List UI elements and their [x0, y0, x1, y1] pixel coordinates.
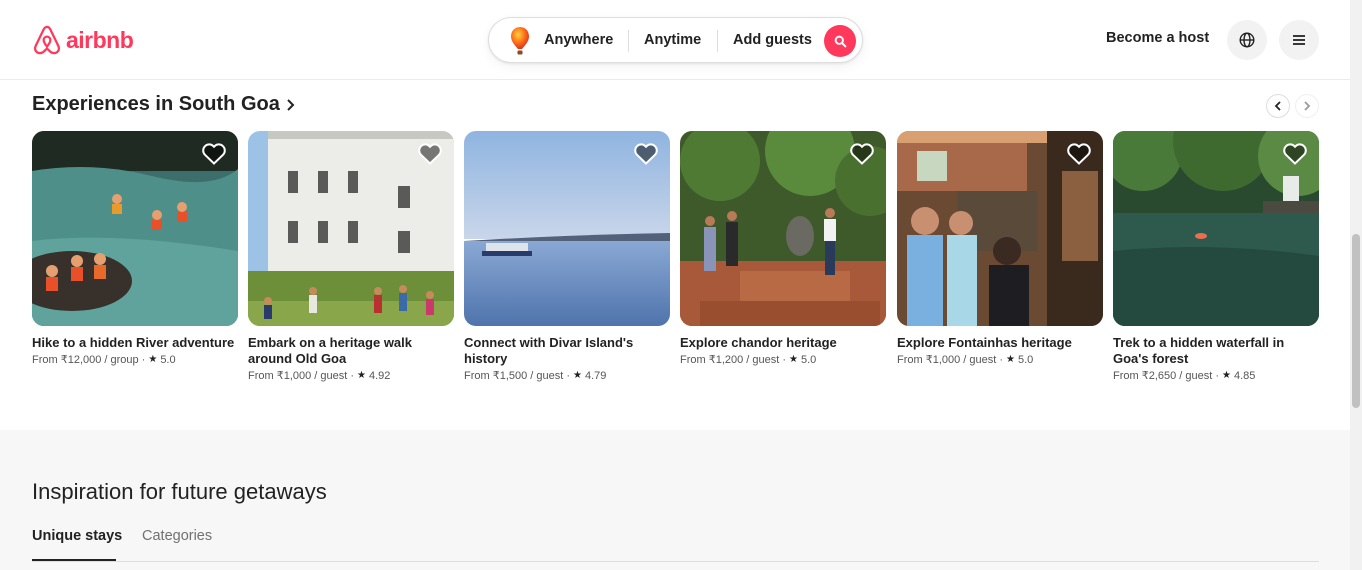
heart-icon[interactable] [634, 143, 658, 165]
page-scrollbar[interactable] [1350, 0, 1362, 570]
experience-meta: From ₹1,000 / guest · ★ 4.92 [248, 368, 454, 384]
hot-air-balloon-icon [511, 27, 529, 55]
separator: · [141, 354, 146, 366]
airbnb-logo[interactable]: airbnb [32, 24, 134, 56]
search-where[interactable]: Anywhere [544, 18, 613, 62]
scrollbar-thumb[interactable] [1352, 234, 1360, 408]
experience-rating: 4.85 [1233, 370, 1256, 382]
experiences-title-link[interactable]: Experiences in South Goa [32, 93, 296, 116]
search-who[interactable]: Add guests [733, 18, 812, 62]
experience-card[interactable]: Hike to a hidden River adventure From ₹1… [32, 131, 238, 368]
experience-rating: 5.0 [800, 354, 817, 366]
star-icon: ★ [1006, 354, 1015, 365]
star-icon: ★ [148, 354, 158, 365]
experience-meta: From ₹2,650 / guest · ★ 4.85 [1113, 368, 1319, 384]
experience-title: Explore chandor heritage [680, 335, 837, 350]
experience-photo[interactable] [1113, 131, 1319, 326]
chevron-right-icon [287, 98, 295, 111]
experience-card[interactable]: Connect with Divar Island's history From… [464, 131, 670, 384]
experience-rating: 4.79 [584, 370, 607, 382]
separator: · [566, 370, 570, 382]
chevron-left-icon [1274, 101, 1281, 111]
experience-title: Explore Fontainhas heritage [897, 335, 1072, 350]
carousel-prev-button[interactable] [1266, 94, 1290, 118]
experience-title: Connect with Divar Island's history [464, 335, 634, 366]
top-header: airbnb Anywhere Anytime Add guests Becom… [0, 0, 1350, 80]
separator: · [350, 370, 354, 382]
tab-unique-stays[interactable]: Unique stays [32, 528, 122, 544]
inspiration-section: Inspiration for future getaways Unique s… [0, 430, 1350, 570]
experience-photo[interactable] [464, 131, 670, 326]
experience-price: From ₹2,650 / guest [1113, 370, 1213, 382]
chevron-right-icon [1304, 101, 1311, 111]
heart-icon[interactable] [418, 143, 442, 165]
inspiration-title: Inspiration for future getaways [32, 479, 327, 504]
star-icon: ★ [789, 354, 798, 365]
experience-card[interactable]: Explore chandor heritage From ₹1,200 / g… [680, 131, 886, 368]
experience-photo[interactable] [897, 131, 1103, 326]
search-when[interactable]: Anytime [644, 18, 701, 62]
brand-name: airbnb [66, 26, 134, 53]
experience-photo[interactable] [680, 131, 886, 326]
separator: · [1215, 370, 1219, 382]
search-divider [628, 30, 629, 52]
language-button[interactable] [1227, 20, 1267, 60]
section-title: Experiences in South Goa [32, 93, 280, 115]
hamburger-menu-icon [1293, 35, 1305, 45]
airbnb-logo-icon [33, 25, 61, 55]
experience-price: From ₹1,500 / guest [464, 370, 564, 382]
become-host-link[interactable]: Become a host [1106, 30, 1209, 46]
experience-title: Hike to a hidden River adventure [32, 335, 235, 350]
menu-button[interactable] [1279, 20, 1319, 60]
experience-meta: From ₹1,200 / guest · ★ 5.0 [680, 352, 886, 368]
experience-rating: 5.0 [1017, 354, 1034, 366]
experience-meta: From ₹1,000 / guest · ★ 5.0 [897, 352, 1103, 368]
experience-card[interactable]: Trek to a hidden waterfall in Goa's fore… [1113, 131, 1319, 384]
star-icon: ★ [1222, 370, 1231, 381]
search-divider [717, 30, 718, 52]
star-icon: ★ [357, 370, 366, 381]
experience-title: Embark on a heritage walk around Old Goa [248, 335, 413, 366]
experience-card[interactable]: Explore Fontainhas heritage From ₹1,000 … [897, 131, 1103, 368]
experience-rating: 4.92 [368, 370, 391, 382]
search-icon [834, 35, 846, 47]
globe-icon [1239, 32, 1255, 48]
experience-meta: From ₹12,000 / group · ★ 5.0 [32, 352, 238, 368]
heart-icon[interactable] [850, 143, 874, 165]
search-button[interactable] [824, 25, 856, 57]
separator: · [999, 354, 1003, 366]
experience-meta: From ₹1,500 / guest · ★ 4.79 [464, 368, 670, 384]
tab-divider [32, 561, 1319, 562]
separator: · [782, 354, 786, 366]
experience-photo[interactable] [248, 131, 454, 326]
experience-price: From ₹1,200 / guest [680, 354, 780, 366]
experience-price: From ₹1,000 / guest [897, 354, 997, 366]
experience-title: Trek to a hidden waterfall in Goa's fore… [1113, 335, 1285, 366]
heart-icon[interactable] [1283, 143, 1307, 165]
experience-rating: 5.0 [160, 354, 176, 366]
experience-price: From ₹12,000 / group [32, 354, 139, 366]
experience-price: From ₹1,000 / guest [248, 370, 348, 382]
experience-photo[interactable] [32, 131, 238, 326]
search-bar[interactable]: Anywhere Anytime Add guests [488, 17, 863, 63]
heart-icon[interactable] [1067, 143, 1091, 165]
star-icon: ★ [573, 370, 582, 381]
tab-categories[interactable]: Categories [142, 528, 212, 544]
carousel-next-button[interactable] [1295, 94, 1319, 118]
heart-icon[interactable] [202, 143, 226, 165]
active-tab-indicator [32, 559, 116, 561]
experience-card[interactable]: Embark on a heritage walk around Old Goa… [248, 131, 454, 384]
